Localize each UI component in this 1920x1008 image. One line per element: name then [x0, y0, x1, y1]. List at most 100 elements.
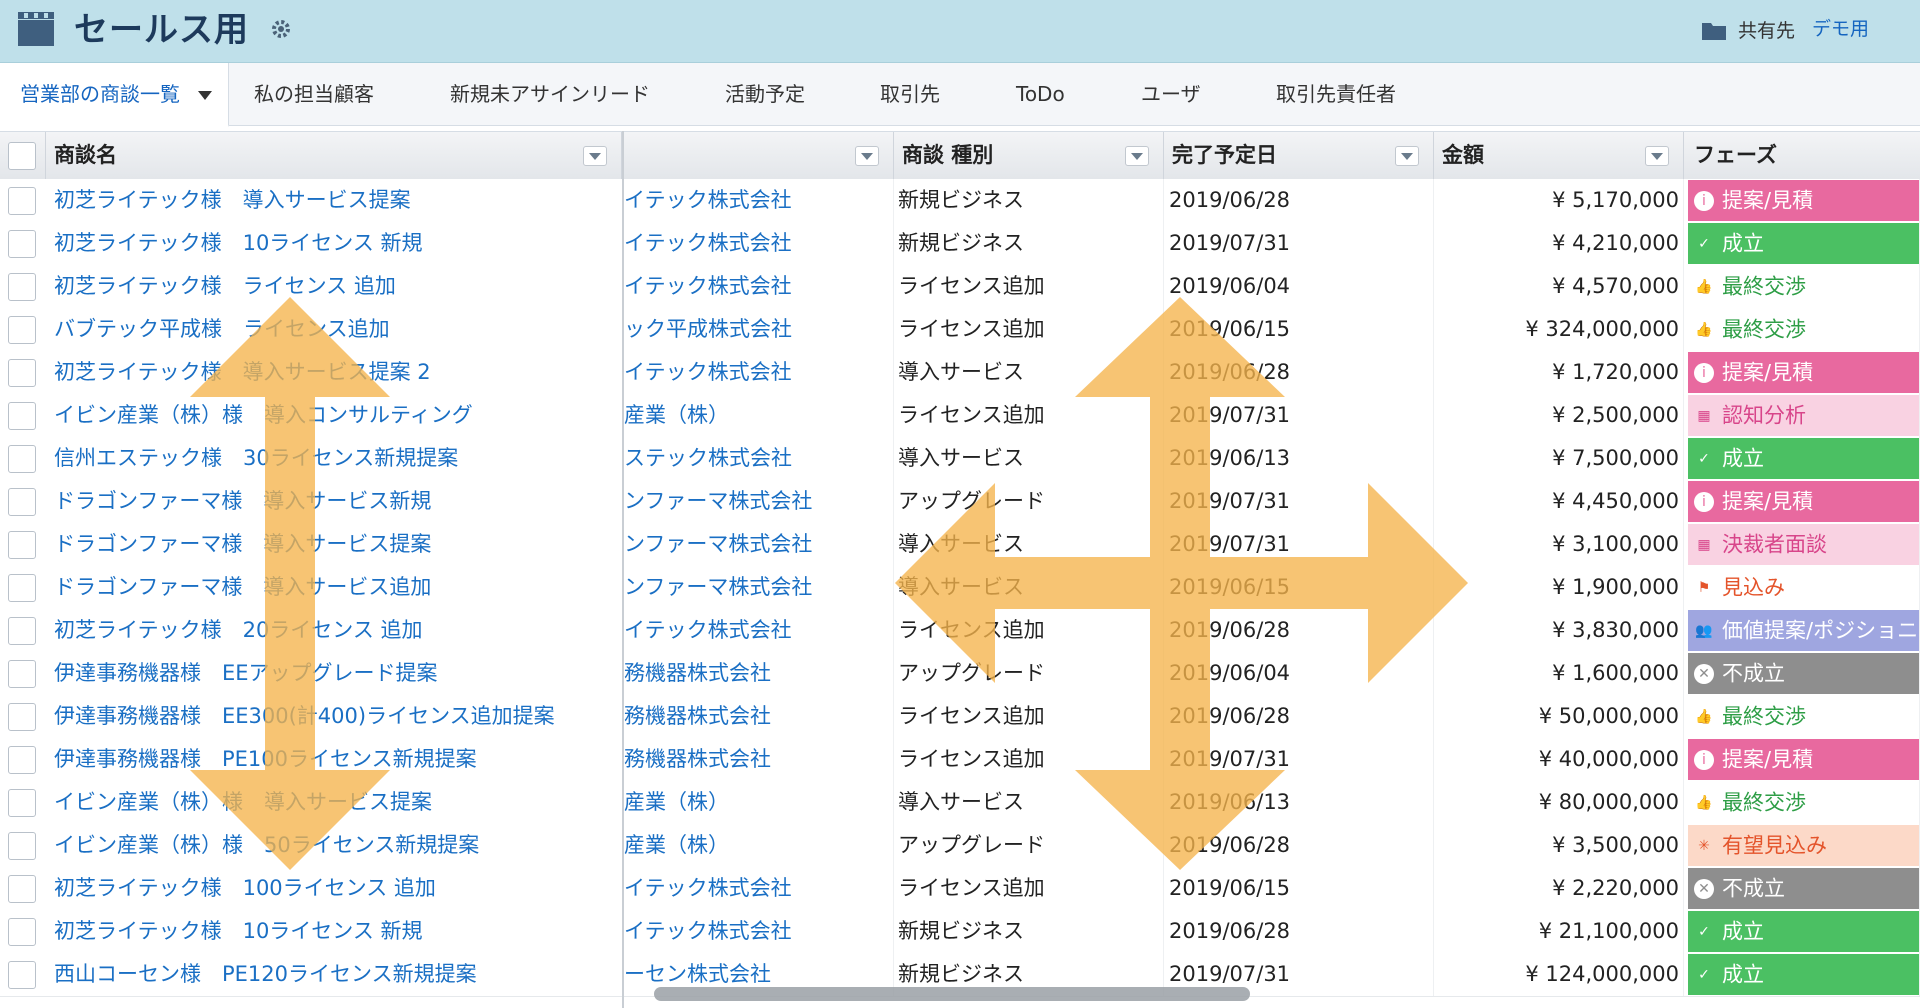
- deal-type-cell[interactable]: 導入サービス: [894, 351, 1164, 394]
- row-checkbox[interactable]: [8, 832, 36, 860]
- account-link[interactable]: ンファーマ株式会社: [624, 566, 894, 609]
- row-checkbox[interactable]: [8, 918, 36, 946]
- amount-cell[interactable]: ¥ 5,170,000: [1434, 179, 1684, 222]
- deal-type-cell[interactable]: 導入サービス: [894, 566, 1164, 609]
- deal-name-link[interactable]: 初芝ライテック様 20ライセンス 追加: [46, 609, 623, 652]
- gear-icon[interactable]: [270, 18, 292, 40]
- deal-name-link[interactable]: 初芝ライテック様 10ライセンス 新規: [46, 222, 623, 265]
- column-menu-icon[interactable]: [583, 146, 607, 166]
- deal-name-link[interactable]: 初芝ライテック様 100ライセンス 追加: [46, 867, 623, 910]
- table-row[interactable]: 初芝ライテック様 10ライセンス 新規 イテック株式会社 新規ビジネス 2019/07…: [0, 222, 1920, 266]
- account-link[interactable]: イテック株式会社: [624, 910, 894, 953]
- account-link[interactable]: ンファーマ株式会社: [624, 480, 894, 523]
- tab-my-customers[interactable]: 私の担当顧客: [254, 63, 374, 125]
- close-date-cell[interactable]: 2019/06/13: [1164, 781, 1434, 824]
- amount-cell[interactable]: ¥ 2,500,000: [1434, 394, 1684, 437]
- amount-cell[interactable]: ¥ 324,000,000: [1434, 308, 1684, 351]
- deal-type-cell[interactable]: ライセンス追加: [894, 308, 1164, 351]
- row-checkbox[interactable]: [8, 531, 36, 559]
- account-link[interactable]: 産業（株）: [624, 394, 894, 437]
- column-header-name[interactable]: 商談名: [46, 132, 622, 179]
- account-link[interactable]: 務機器株式会社: [624, 738, 894, 781]
- amount-cell[interactable]: ¥ 3,100,000: [1434, 523, 1684, 566]
- close-date-cell[interactable]: 2019/06/28: [1164, 824, 1434, 867]
- row-checkbox[interactable]: [8, 445, 36, 473]
- close-date-cell[interactable]: 2019/06/28: [1164, 695, 1434, 738]
- phase-cell[interactable]: i 提案/見積: [1686, 480, 1920, 523]
- close-date-cell[interactable]: 2019/06/28: [1164, 609, 1434, 652]
- close-date-cell[interactable]: 2019/06/13: [1164, 437, 1434, 480]
- table-row[interactable]: 初芝ライテック様 20ライセンス 追加 イテック株式会社 ライセンス追加 2019/0…: [0, 609, 1920, 653]
- table-row[interactable]: 初芝ライテック様 100ライセンス 追加 イテック株式会社 ライセンス追加 2019/…: [0, 867, 1920, 911]
- phase-cell[interactable]: 👥 価値提案/ポジショニング: [1686, 609, 1920, 652]
- deal-type-cell[interactable]: アップグレード: [894, 824, 1164, 867]
- amount-cell[interactable]: ¥ 80,000,000: [1434, 781, 1684, 824]
- column-menu-icon[interactable]: [1395, 146, 1419, 166]
- amount-cell[interactable]: ¥ 1,900,000: [1434, 566, 1684, 609]
- column-menu-icon[interactable]: [1645, 146, 1669, 166]
- deal-name-link[interactable]: イビン産業（株）様 50ライセンス新規提案: [46, 824, 623, 867]
- amount-cell[interactable]: ¥ 124,000,000: [1434, 953, 1684, 996]
- tab-sales-deals[interactable]: 営業部の商談一覧: [0, 63, 229, 127]
- account-link[interactable]: 産業（株）: [624, 781, 894, 824]
- account-link[interactable]: 産業（株）: [624, 824, 894, 867]
- tab-activities[interactable]: 活動予定: [725, 63, 805, 125]
- table-row[interactable]: 伊達事務機器様 EE300(計400)ライセンス追加提案 務機器株式会社 ライセンス…: [0, 695, 1920, 739]
- row-checkbox[interactable]: [8, 703, 36, 731]
- close-date-cell[interactable]: 2019/06/28: [1164, 351, 1434, 394]
- row-checkbox[interactable]: [8, 961, 36, 989]
- deal-name-link[interactable]: バブテック平成様 ライセンス追加: [46, 308, 623, 351]
- phase-cell[interactable]: ✓ 成立: [1686, 953, 1920, 996]
- close-date-cell[interactable]: 2019/06/15: [1164, 566, 1434, 609]
- share-button[interactable]: 共有先: [1702, 16, 1795, 42]
- phase-cell[interactable]: ⚑ 見込み: [1686, 566, 1920, 609]
- amount-cell[interactable]: ¥ 4,450,000: [1434, 480, 1684, 523]
- deal-name-link[interactable]: 伊達事務機器様 EEアップグレード提案: [46, 652, 623, 695]
- close-date-cell[interactable]: 2019/07/31: [1164, 480, 1434, 523]
- column-header-amount[interactable]: 金額: [1434, 132, 1684, 179]
- table-row[interactable]: ドラゴンファーマ様 導入サービス提案 ンファーマ株式会社 導入サービス 2019/07…: [0, 523, 1920, 567]
- phase-cell[interactable]: ✕ 不成立: [1686, 867, 1920, 910]
- tab-contacts[interactable]: 取引先責任者: [1276, 63, 1396, 125]
- phase-cell[interactable]: i 提案/見積: [1686, 351, 1920, 394]
- row-checkbox[interactable]: [8, 488, 36, 516]
- column-menu-icon[interactable]: [1125, 146, 1149, 166]
- row-checkbox[interactable]: [8, 617, 36, 645]
- table-row[interactable]: 初芝ライテック様 10ライセンス 新規 イテック株式会社 新規ビジネス 2019/06…: [0, 910, 1920, 954]
- close-date-cell[interactable]: 2019/07/31: [1164, 523, 1434, 566]
- deal-type-cell[interactable]: アップグレード: [894, 652, 1164, 695]
- tab-accounts[interactable]: 取引先: [880, 63, 940, 125]
- column-header-account[interactable]: [624, 132, 894, 179]
- account-link[interactable]: ック平成株式会社: [624, 308, 894, 351]
- phase-cell[interactable]: i 提案/見積: [1686, 179, 1920, 222]
- amount-cell[interactable]: ¥ 4,570,000: [1434, 265, 1684, 308]
- phase-cell[interactable]: 👍 最終交渉: [1686, 265, 1920, 308]
- table-row[interactable]: ドラゴンファーマ様 導入サービス新規 ンファーマ株式会社 アップグレード 2019/0…: [0, 480, 1920, 524]
- deal-type-cell[interactable]: ライセンス追加: [894, 609, 1164, 652]
- close-date-cell[interactable]: 2019/06/04: [1164, 652, 1434, 695]
- row-checkbox[interactable]: [8, 746, 36, 774]
- deal-name-link[interactable]: イビン産業（株）様 導入コンサルティング: [46, 394, 623, 437]
- amount-cell[interactable]: ¥ 1,720,000: [1434, 351, 1684, 394]
- column-menu-icon[interactable]: [855, 146, 879, 166]
- deal-name-link[interactable]: イビン産業（株）様 導入サービス提案: [46, 781, 623, 824]
- phase-cell[interactable]: ✓ 成立: [1686, 437, 1920, 480]
- account-link[interactable]: イテック株式会社: [624, 867, 894, 910]
- phase-cell[interactable]: ✓ 成立: [1686, 222, 1920, 265]
- close-date-cell[interactable]: 2019/07/31: [1164, 222, 1434, 265]
- phase-cell[interactable]: 👍 最終交渉: [1686, 695, 1920, 738]
- deal-type-cell[interactable]: 導入サービス: [894, 523, 1164, 566]
- chevron-down-icon[interactable]: [198, 91, 212, 100]
- account-link[interactable]: イテック株式会社: [624, 609, 894, 652]
- table-row[interactable]: イビン産業（株）様 50ライセンス新規提案 産業（株） アップグレード 2019/06…: [0, 824, 1920, 868]
- phase-cell[interactable]: ▦ 認知分析: [1686, 394, 1920, 437]
- account-link[interactable]: ンファーマ株式会社: [624, 523, 894, 566]
- phase-cell[interactable]: ✳ 有望見込み: [1686, 824, 1920, 867]
- column-header-date[interactable]: 完了予定日: [1164, 132, 1434, 179]
- amount-cell[interactable]: ¥ 3,830,000: [1434, 609, 1684, 652]
- phase-cell[interactable]: 👍 最終交渉: [1686, 308, 1920, 351]
- close-date-cell[interactable]: 2019/06/28: [1164, 910, 1434, 953]
- amount-cell[interactable]: ¥ 50,000,000: [1434, 695, 1684, 738]
- close-date-cell[interactable]: 2019/06/15: [1164, 308, 1434, 351]
- amount-cell[interactable]: ¥ 21,100,000: [1434, 910, 1684, 953]
